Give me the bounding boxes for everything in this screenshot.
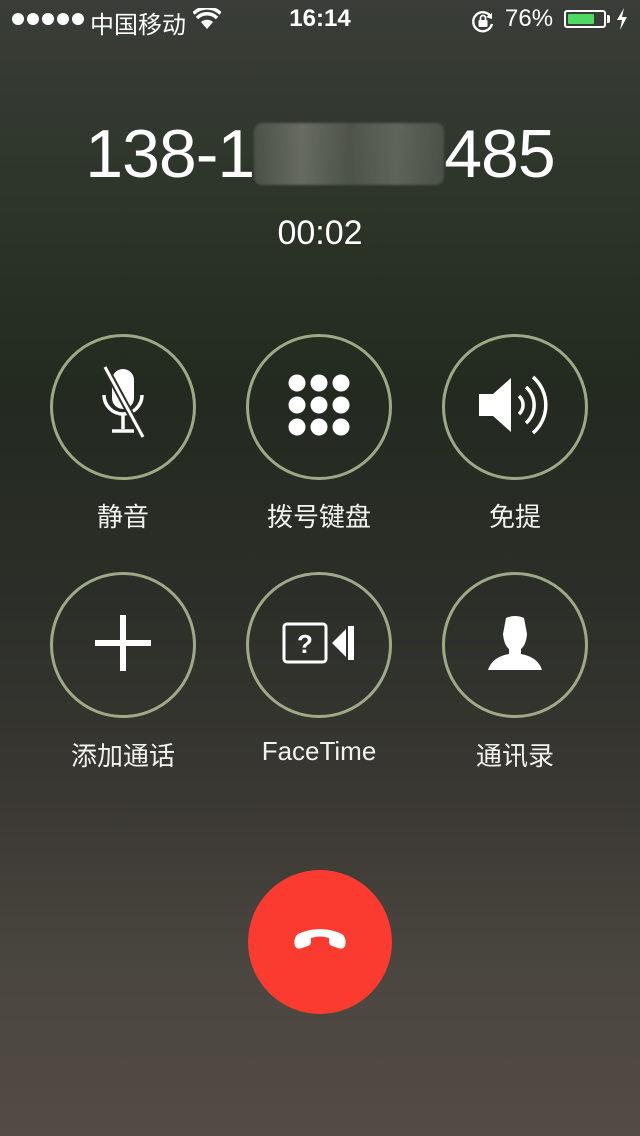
speaker-button[interactable]: [442, 334, 588, 480]
contact-icon: [486, 614, 544, 677]
plus-icon: [95, 614, 151, 676]
keypad-icon: [288, 374, 350, 441]
call-duration: 00:02: [277, 214, 363, 252]
svg-text:?: ?: [297, 629, 313, 659]
charging-bolt-icon: [616, 8, 628, 37]
end-call-button[interactable]: [248, 870, 392, 1014]
facetime-button[interactable]: ?: [246, 572, 392, 718]
keypad-label: 拨号键盘: [266, 502, 371, 532]
facetime-label: FaceTime: [261, 736, 377, 766]
mute-label: 静音: [96, 502, 149, 532]
mic-muted-icon: [93, 364, 153, 450]
caller-number-prefix: 138-1: [85, 116, 255, 192]
facetime-icon: ?: [282, 622, 356, 669]
status-bar: 中国移动 16:14 76%: [0, 0, 640, 40]
caller-number-suffix: 485: [444, 116, 555, 192]
add-call-label: 添加通话: [70, 741, 175, 771]
rotation-lock-icon: [470, 8, 496, 41]
speaker-icon: [475, 370, 555, 445]
battery-percent: 76%: [505, 5, 554, 32]
keypad-button[interactable]: [246, 334, 392, 480]
battery-level: [568, 14, 594, 24]
redacted-digits: [254, 123, 445, 185]
phone-hangup-icon: [292, 926, 348, 959]
contacts-button[interactable]: [442, 572, 588, 718]
battery-tip: [607, 15, 610, 23]
add-call-button[interactable]: [50, 572, 196, 718]
speaker-label: 免提: [488, 502, 541, 532]
caller-number: 138-1 485: [0, 118, 640, 190]
battery-icon: [564, 10, 606, 28]
mute-button[interactable]: [50, 334, 196, 480]
contacts-label: 通讯录: [475, 741, 554, 771]
